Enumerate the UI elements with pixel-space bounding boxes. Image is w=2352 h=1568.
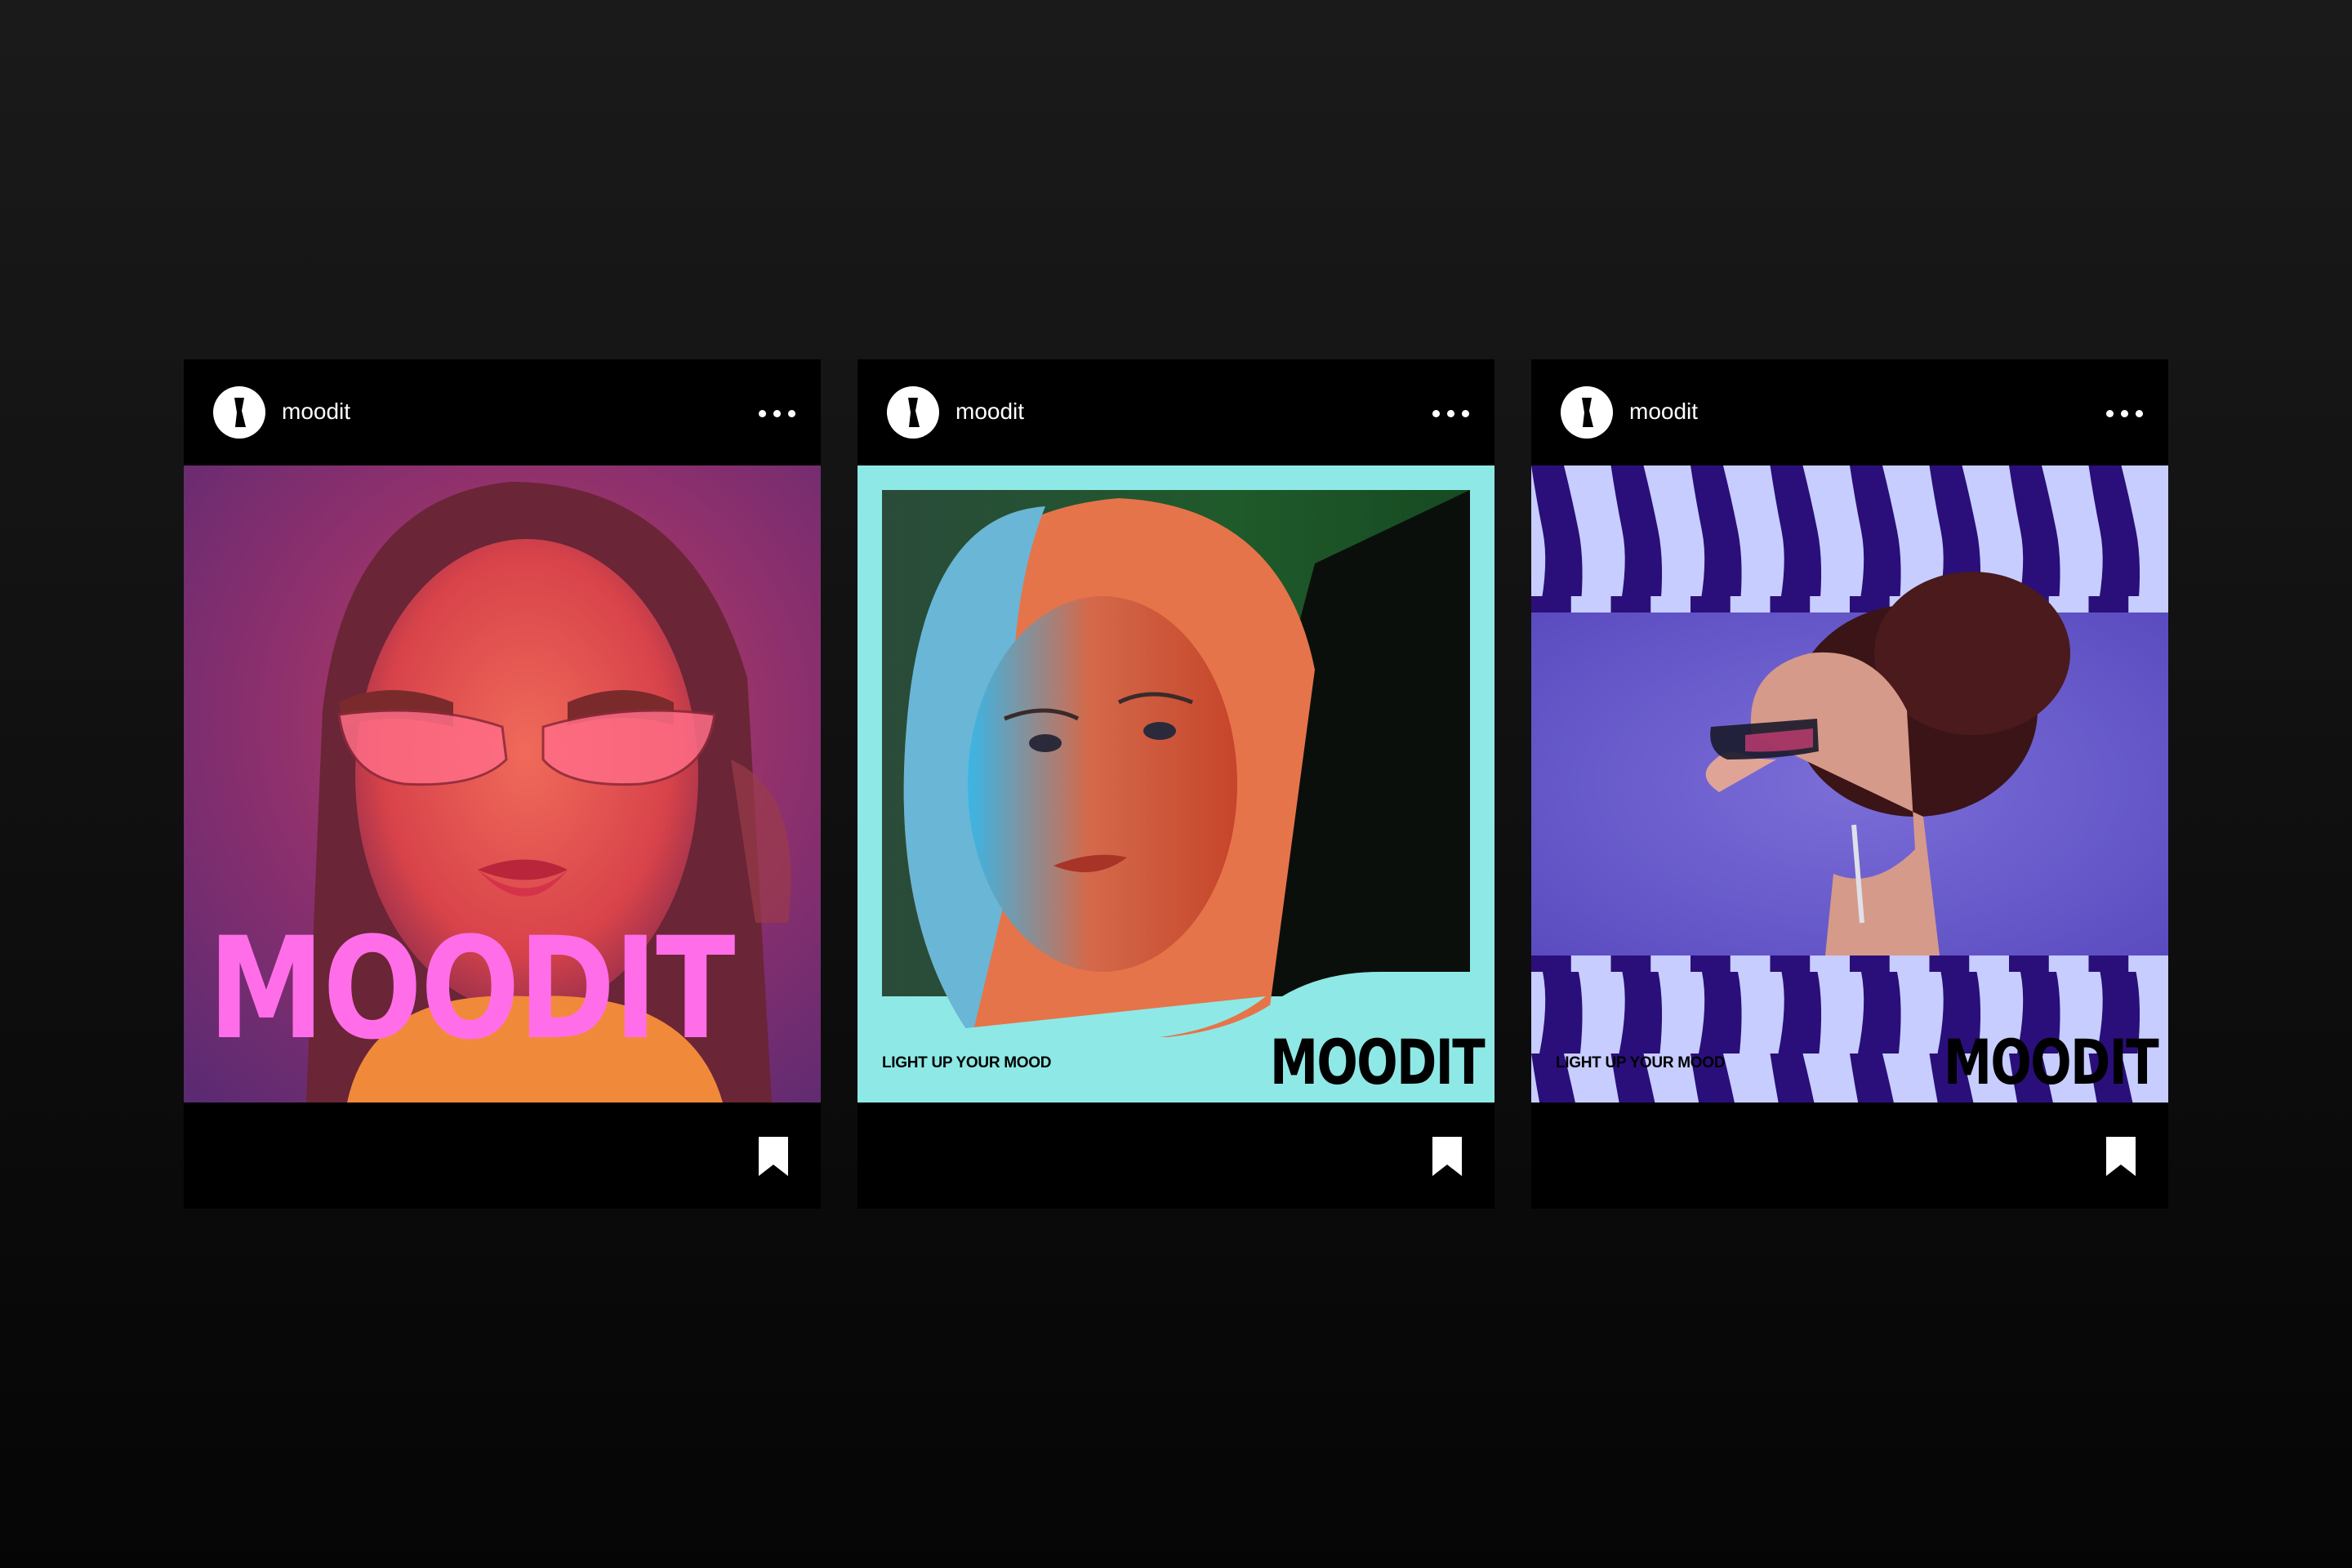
more-options-icon[interactable] [1429,397,1473,430]
more-options-icon[interactable] [755,397,800,430]
post-header: moodit [1531,359,2168,466]
username[interactable]: moodit [956,395,1024,428]
tagline: LIGHT UP YOUR MOOD [882,1054,1052,1071]
bookmark-icon[interactable] [1429,1135,1465,1178]
portrait-photo [1531,466,2168,1102]
post-header: moodit [184,359,821,466]
moodit-logo-icon[interactable] [887,386,939,439]
portrait-photo [858,466,1494,1102]
bookmark-icon[interactable] [2103,1135,2139,1178]
username[interactable]: moodit [282,395,350,428]
moodit-logo-icon[interactable] [213,386,265,439]
tagline: LIGHT UP YOUR MOOD [1556,1054,1726,1071]
post-header: moodit [858,359,1494,466]
moodit-wordmark: MOODIT [208,906,735,1071]
post-card-3: moodit LIGHT UP YOUR MOOD MOODIT [1531,359,2168,1209]
post-feed: moodit MOODIT moodit LIGHT UP YOUR MOOD … [0,0,2352,1568]
bookmark-icon[interactable] [755,1135,791,1178]
more-options-icon[interactable] [2103,397,2147,430]
moodit-logo-icon[interactable] [1561,386,1613,439]
post-image[interactable]: LIGHT UP YOUR MOOD MOODIT [1531,466,2168,1102]
moodit-wordmark: MOODIT [1270,1026,1486,1098]
post-image[interactable]: LIGHT UP YOUR MOOD MOODIT [858,466,1494,1102]
post-image[interactable]: MOODIT [184,466,821,1102]
post-card-2: moodit LIGHT UP YOUR MOOD MOODIT [858,359,1494,1209]
moodit-wordmark: MOODIT [1944,1026,2159,1098]
post-card-1: moodit MOODIT [184,359,821,1209]
username[interactable]: moodit [1629,395,1698,428]
